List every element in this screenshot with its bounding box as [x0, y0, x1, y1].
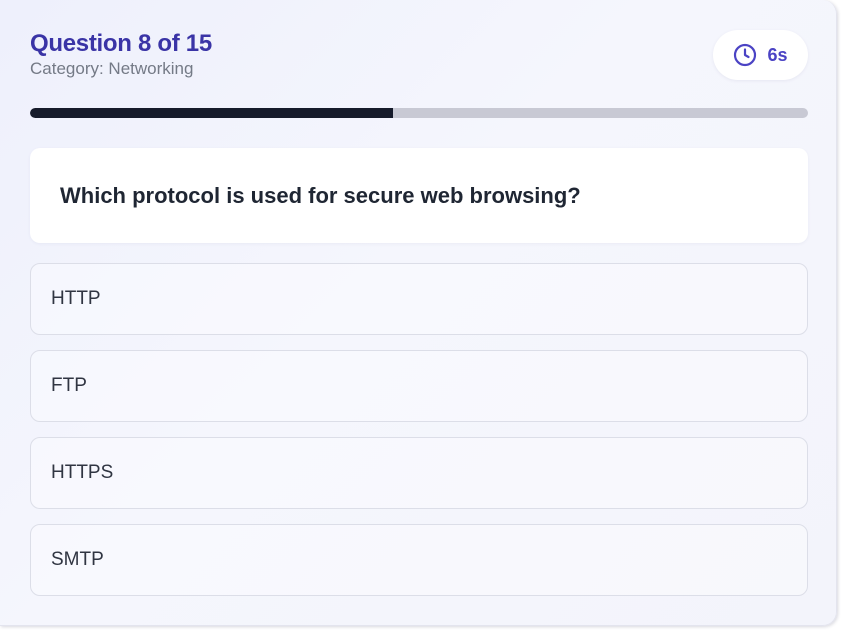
option-label: FTP	[51, 375, 87, 396]
option-label: HTTPS	[51, 462, 114, 483]
progress-fill	[30, 108, 394, 118]
option-smtp[interactable]: SMTP	[30, 524, 808, 596]
option-https[interactable]: HTTPS	[30, 437, 808, 509]
quiz-card: Question 8 of 15 Category: Networking 6s…	[0, 0, 837, 626]
quiz-header: Question 8 of 15 Category: Networking	[30, 30, 212, 80]
question-category: Category: Networking	[30, 59, 194, 78]
timer-value: 6s	[767, 44, 788, 65]
timer-badge: 6s	[713, 30, 808, 80]
question-text: Which protocol is used for secure web br…	[60, 182, 581, 208]
progress-bar	[30, 108, 808, 118]
option-http[interactable]: HTTP	[30, 263, 808, 335]
clock-icon	[734, 43, 757, 67]
option-ftp[interactable]: FTP	[30, 350, 808, 422]
option-label: HTTP	[51, 288, 101, 309]
option-label: SMTP	[51, 549, 104, 570]
question-counter: Question 8 of 15	[30, 30, 212, 57]
question-box: Which protocol is used for secure web br…	[30, 148, 808, 243]
